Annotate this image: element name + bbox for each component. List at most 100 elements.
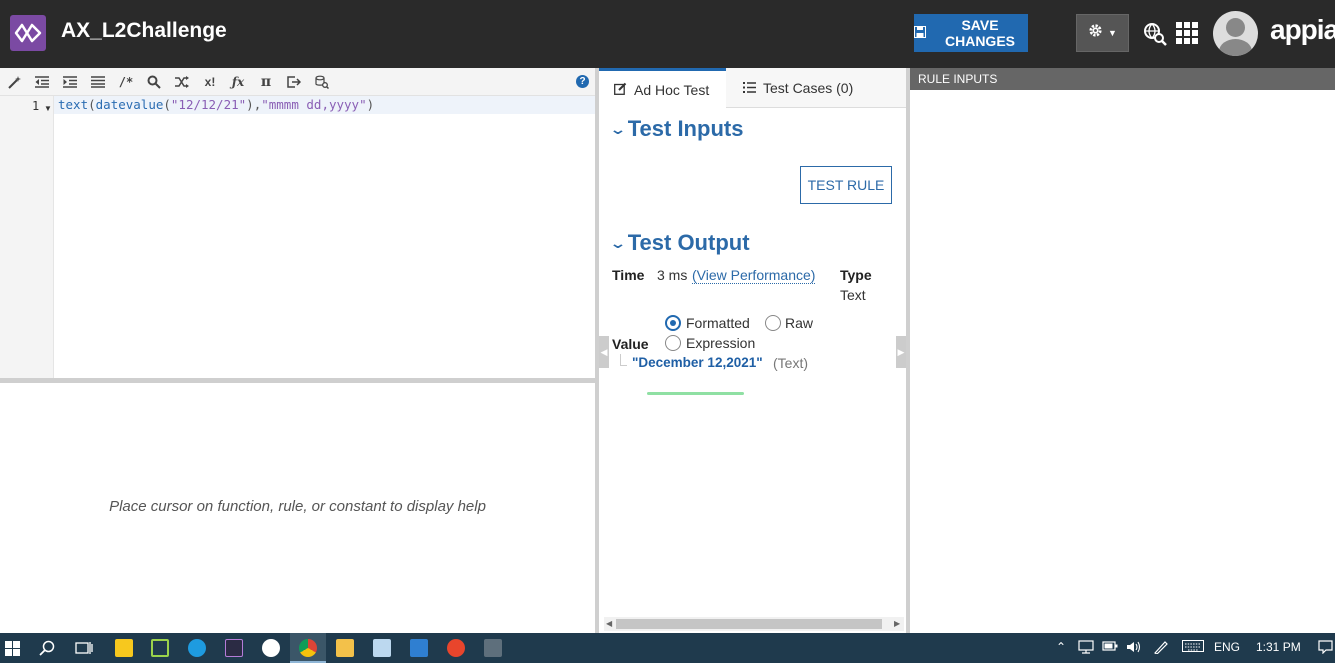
output-type: (Text) — [773, 355, 808, 371]
indent-icon[interactable] — [62, 74, 78, 90]
query-icon[interactable] — [314, 74, 330, 90]
line-number-gutter: 1 ▼ — [0, 96, 54, 378]
list-icon — [743, 80, 756, 96]
code-token: datevalue — [95, 97, 164, 112]
value-label: Value — [612, 336, 649, 352]
settings-menu-button[interactable]: ▼ — [1076, 14, 1129, 52]
editor-toolbar: /* x! ƒx π ? — [0, 68, 595, 96]
caret-down-icon: ▼ — [1108, 28, 1117, 38]
collapse-left-handle[interactable]: ◀ — [599, 336, 609, 368]
code-token: ( — [163, 97, 171, 112]
code-token: ) — [366, 97, 375, 112]
collapse-right-handle[interactable]: ▶ — [896, 336, 906, 368]
rule-inputs-pane: RULE INPUTS — [910, 68, 1335, 633]
tab-label: Ad Hoc Test — [634, 81, 710, 98]
pen-icon[interactable] — [1153, 640, 1169, 657]
battery-icon[interactable] — [1102, 640, 1118, 655]
chevron-down-icon: ⌄ — [609, 120, 627, 137]
globe-search-icon[interactable] — [1143, 22, 1167, 51]
snipping-tool-icon[interactable] — [447, 639, 465, 657]
comment-icon[interactable]: /* — [118, 74, 134, 90]
section-title: Test Output — [627, 230, 750, 255]
app-header: AX_L2Challenge SAVE CHANGES ▼ appian — [0, 0, 1335, 68]
scrollbar-thumb[interactable] — [616, 619, 882, 629]
save-changes-label: SAVE CHANGES — [944, 17, 1015, 49]
keyboard-icon[interactable] — [1182, 640, 1204, 655]
notepad-icon[interactable] — [373, 639, 391, 657]
radio-expression-label: Expression — [686, 335, 756, 351]
list-format-icon[interactable] — [90, 74, 106, 90]
view-performance-link[interactable]: (View Performance) — [692, 267, 816, 284]
scroll-right-icon[interactable]: ▶ — [894, 619, 900, 628]
save-changes-button[interactable]: SAVE CHANGES — [914, 14, 1028, 52]
radio-raw-label: Raw — [785, 315, 814, 331]
radio-raw[interactable] — [765, 315, 781, 331]
test-output-header[interactable]: ⌄ Test Output — [609, 230, 750, 256]
time-label: Time — [612, 267, 645, 283]
code-line[interactable]: text(datevalue("12/12/21"),"mmmm dd,yyyy… — [54, 96, 595, 114]
rule-inputs-header: RULE INPUTS — [910, 68, 1335, 90]
edit-icon — [614, 82, 627, 98]
save-icon — [914, 25, 926, 41]
radio-formatted-label: Formatted — [686, 315, 750, 331]
shuffle-icon[interactable] — [174, 74, 190, 90]
phpstorm-icon[interactable] — [225, 639, 243, 657]
sticky-notes-icon[interactable] — [115, 639, 133, 657]
radio-expression[interactable] — [665, 335, 681, 351]
user-avatar[interactable] — [1213, 11, 1258, 56]
radio-formatted[interactable] — [665, 315, 681, 331]
test-inputs-header[interactable]: ⌄ Test Inputs — [609, 116, 744, 142]
brand-logo: appian — [1270, 14, 1335, 45]
volume-icon[interactable] — [1126, 640, 1142, 657]
type-value: Text — [840, 287, 866, 303]
file-explorer-icon[interactable] — [336, 639, 354, 657]
output-value: "December 12,2021" — [632, 355, 763, 370]
constant-pi-icon[interactable]: π — [258, 74, 274, 90]
code-token: ), — [246, 97, 262, 112]
tab-ad-hoc-test[interactable]: Ad Hoc Test — [599, 68, 726, 108]
function-icon[interactable]: ƒx — [230, 74, 246, 90]
export-icon[interactable] — [286, 74, 302, 90]
code-token: "mmmm dd,yyyy" — [261, 97, 367, 112]
tab-label: Test Cases (0) — [763, 79, 854, 96]
tray-chevron-up-icon[interactable]: ⌃ — [1056, 640, 1066, 654]
editor-help-splitter[interactable] — [0, 378, 595, 383]
app-grid-icon[interactable] — [1176, 22, 1198, 49]
task-view-icon[interactable] — [75, 640, 93, 661]
taskbar-active-item[interactable] — [290, 633, 326, 663]
outdent-icon[interactable] — [34, 74, 50, 90]
clear-variables-icon[interactable]: x! — [202, 74, 218, 90]
calculator-icon[interactable] — [484, 639, 502, 657]
section-title: Test Inputs — [627, 116, 744, 141]
search-icon[interactable] — [146, 74, 162, 90]
photos-icon[interactable] — [410, 639, 428, 657]
highlight-mark — [647, 392, 744, 395]
code-token: text — [58, 97, 89, 112]
input-language[interactable]: ENG — [1214, 640, 1240, 654]
type-label: Type — [840, 267, 872, 283]
help-icon[interactable]: ? — [576, 75, 589, 88]
windows-taskbar: ⌃ ENG 1:31 PM — [0, 633, 1335, 663]
edge-browser-icon[interactable] — [188, 639, 206, 657]
tree-connector — [620, 354, 627, 366]
code-token: ( — [88, 97, 96, 112]
app-logo-icon[interactable] — [10, 15, 46, 51]
network-icon[interactable] — [1078, 640, 1094, 657]
tab-test-cases[interactable]: Test Cases (0) — [726, 68, 906, 108]
windows-start-icon[interactable] — [5, 641, 20, 661]
scroll-left-icon[interactable]: ◀ — [606, 619, 612, 628]
taskbar-search-icon[interactable] — [39, 640, 55, 661]
horizontal-scrollbar[interactable]: ◀ ▶ — [604, 617, 904, 631]
app-title: AX_L2Challenge — [61, 19, 227, 42]
test-rule-button[interactable]: TEST RULE — [800, 166, 892, 204]
app-icon[interactable] — [151, 639, 169, 657]
notifications-icon[interactable] — [1318, 640, 1333, 657]
gear-icon — [1088, 23, 1103, 43]
system-clock[interactable]: 1:31 PM — [1256, 640, 1301, 654]
fold-caret-icon[interactable]: ▼ — [44, 104, 52, 113]
chevron-down-icon: ⌄ — [609, 234, 627, 251]
github-icon[interactable] — [262, 639, 280, 657]
time-value: 3 ms — [657, 267, 688, 283]
code-token: "12/12/21" — [170, 97, 247, 112]
magic-wand-icon[interactable] — [7, 74, 23, 90]
